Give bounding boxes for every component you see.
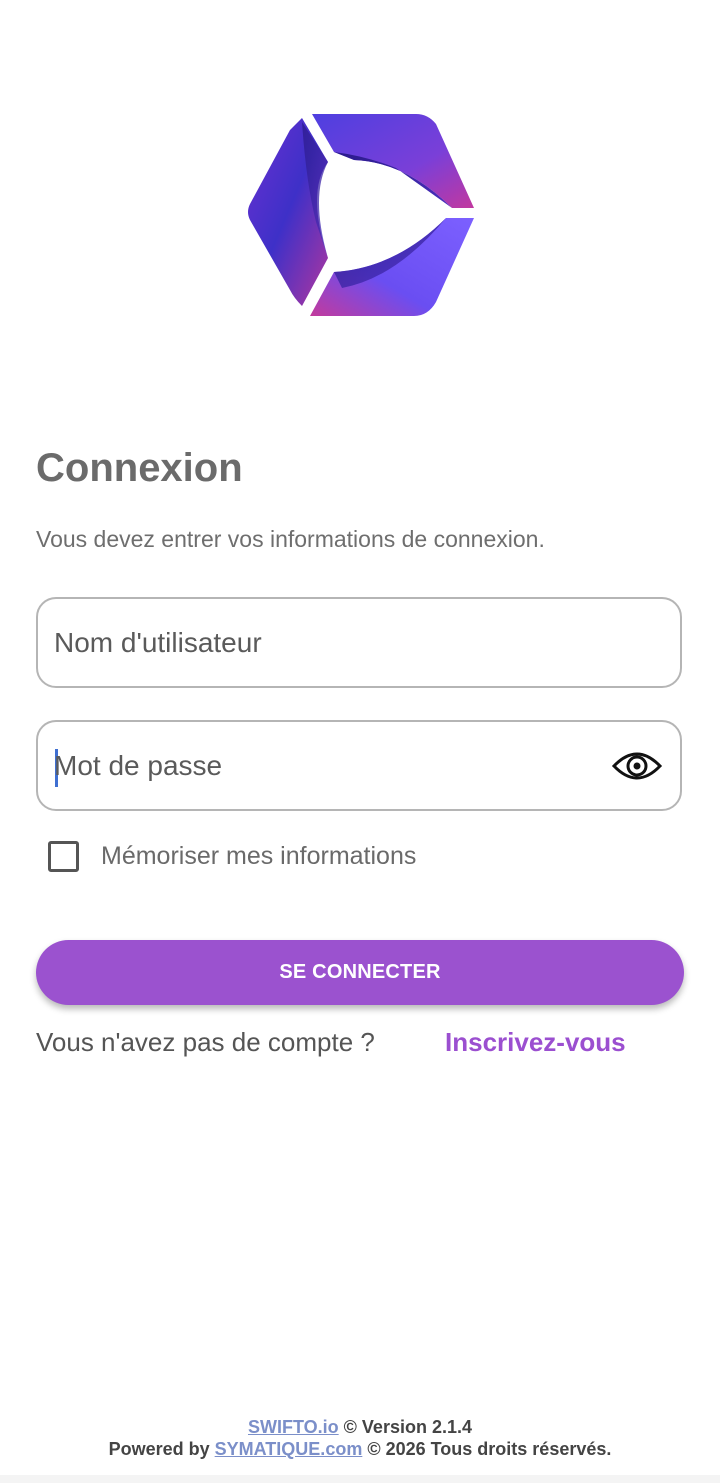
login-button[interactable]: SE CONNECTER	[36, 940, 684, 1005]
powered-by-text: Powered by	[108, 1439, 215, 1459]
remember-me[interactable]: Mémoriser mes informations	[48, 838, 416, 874]
username-input[interactable]	[54, 599, 594, 686]
remember-checkbox[interactable]	[48, 840, 79, 872]
password-input[interactable]	[54, 722, 594, 809]
rights-text: © 2026 Tous droits réservés.	[362, 1439, 612, 1459]
no-account-text: Vous n'avez pas de compte ?	[36, 1027, 375, 1057]
footer-powered: Powered by SYMATIQUE.com © 2026 Tous dro…	[0, 1438, 720, 1460]
symatique-link[interactable]: SYMATIQUE.com	[215, 1439, 363, 1459]
username-field[interactable]	[36, 597, 682, 688]
version-text: © Version 2.1.4	[338, 1417, 472, 1437]
system-nav-strip	[0, 1475, 720, 1483]
swifto-link[interactable]: SWIFTO.io	[248, 1417, 339, 1437]
login-screen: Connexion Vous devez entrer vos informat…	[0, 0, 720, 1483]
page-subtitle: Vous devez entrer vos informations de co…	[36, 526, 545, 552]
remember-label: Mémoriser mes informations	[101, 842, 417, 870]
signup-link[interactable]: Inscrivez-vous	[445, 1025, 626, 1059]
footer-version: SWIFTO.io © Version 2.1.4	[0, 1416, 720, 1438]
app-logo	[248, 114, 474, 316]
eye-icon[interactable]	[612, 746, 662, 786]
password-field[interactable]	[36, 720, 682, 811]
page-title: Connexion	[36, 446, 243, 490]
